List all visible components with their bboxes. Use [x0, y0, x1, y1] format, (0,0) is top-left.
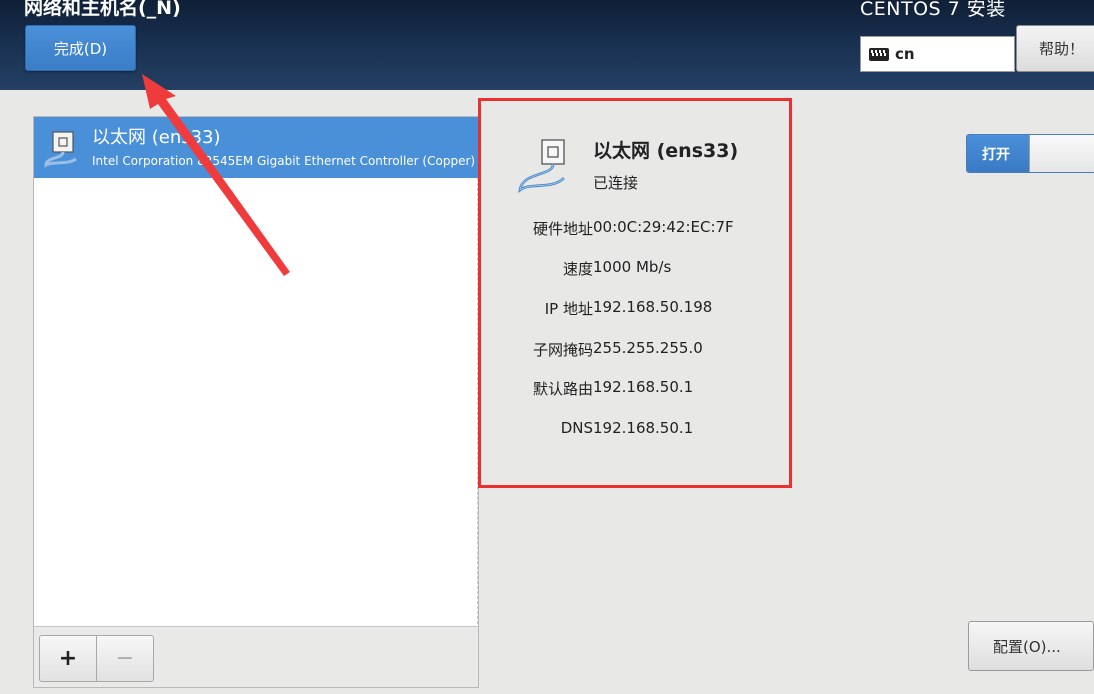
configure-button[interactable]: 配置(O)... [968, 621, 1094, 671]
device-list-panel: 以太网 (ens33) Intel Corporation 82545EM Gi… [33, 116, 479, 688]
remove-device-button[interactable]: − [96, 635, 154, 682]
device-description: Intel Corporation 82545EM Gigabit Ethern… [92, 154, 476, 168]
detail-label: 速度 [562, 260, 593, 278]
keyboard-layout-indicator[interactable]: cn [860, 36, 1015, 72]
keyboard-icon [869, 47, 889, 61]
add-device-button[interactable]: + [39, 635, 97, 682]
detail-row-speed: 速度 1000 Mb/s [481, 258, 789, 280]
device-details-panel: 以太网 (ens33) 已连接 硬件地址 00:0C:29:42:EC:7F 速… [478, 98, 792, 488]
detail-device-name: 以太网 (ens33) [593, 140, 739, 162]
detail-row-dns: DNS 192.168.50.1 [481, 419, 789, 441]
detail-row-subnet-mask: 子网掩码 255.255.255.0 [481, 339, 789, 361]
toggle-knob[interactable] [1029, 135, 1094, 172]
keyboard-layout-label: cn [895, 45, 915, 63]
connection-status: 已连接 [593, 174, 639, 192]
ethernet-icon [516, 136, 576, 198]
device-name: 以太网 (ens33) [92, 127, 221, 148]
toggle-on-label: 打开 [967, 135, 1029, 172]
done-button[interactable]: 完成(D) [25, 25, 136, 71]
header-bar: 网络和主机名(_N) 完成(D) CENTOS 7 安装 cn 帮助！ [0, 0, 1094, 90]
detail-value: 00:0C:29:42:EC:7F [593, 218, 734, 236]
connection-toggle[interactable]: 打开 [966, 134, 1094, 173]
detail-value: 192.168.50.1 [593, 419, 694, 437]
detail-label: 硬件地址 [532, 220, 593, 238]
detail-value: 192.168.50.1 [593, 378, 694, 396]
detail-label: 默认路由 [532, 380, 593, 398]
help-button[interactable]: 帮助！ [1016, 25, 1094, 72]
detail-label: IP 地址 [544, 300, 593, 318]
detail-value: 192.168.50.198 [593, 298, 713, 316]
detail-row-default-route: 默认路由 192.168.50.1 [481, 378, 789, 400]
page-title: 网络和主机名(_N) [24, 0, 181, 19]
detail-row-hardware-address: 硬件地址 00:0C:29:42:EC:7F [481, 218, 789, 240]
device-list-toolbar: + − [34, 626, 478, 687]
detail-value: 255.255.255.0 [593, 339, 703, 357]
detail-label: 子网掩码 [532, 341, 593, 359]
ethernet-icon [40, 125, 86, 171]
detail-label: DNS [560, 419, 593, 437]
install-title: CENTOS 7 安装 [860, 0, 1006, 20]
device-list-item[interactable]: 以太网 (ens33) Intel Corporation 82545EM Gi… [34, 117, 478, 178]
detail-row-ip-address: IP 地址 192.168.50.198 [481, 298, 789, 320]
detail-value: 1000 Mb/s [593, 258, 672, 276]
